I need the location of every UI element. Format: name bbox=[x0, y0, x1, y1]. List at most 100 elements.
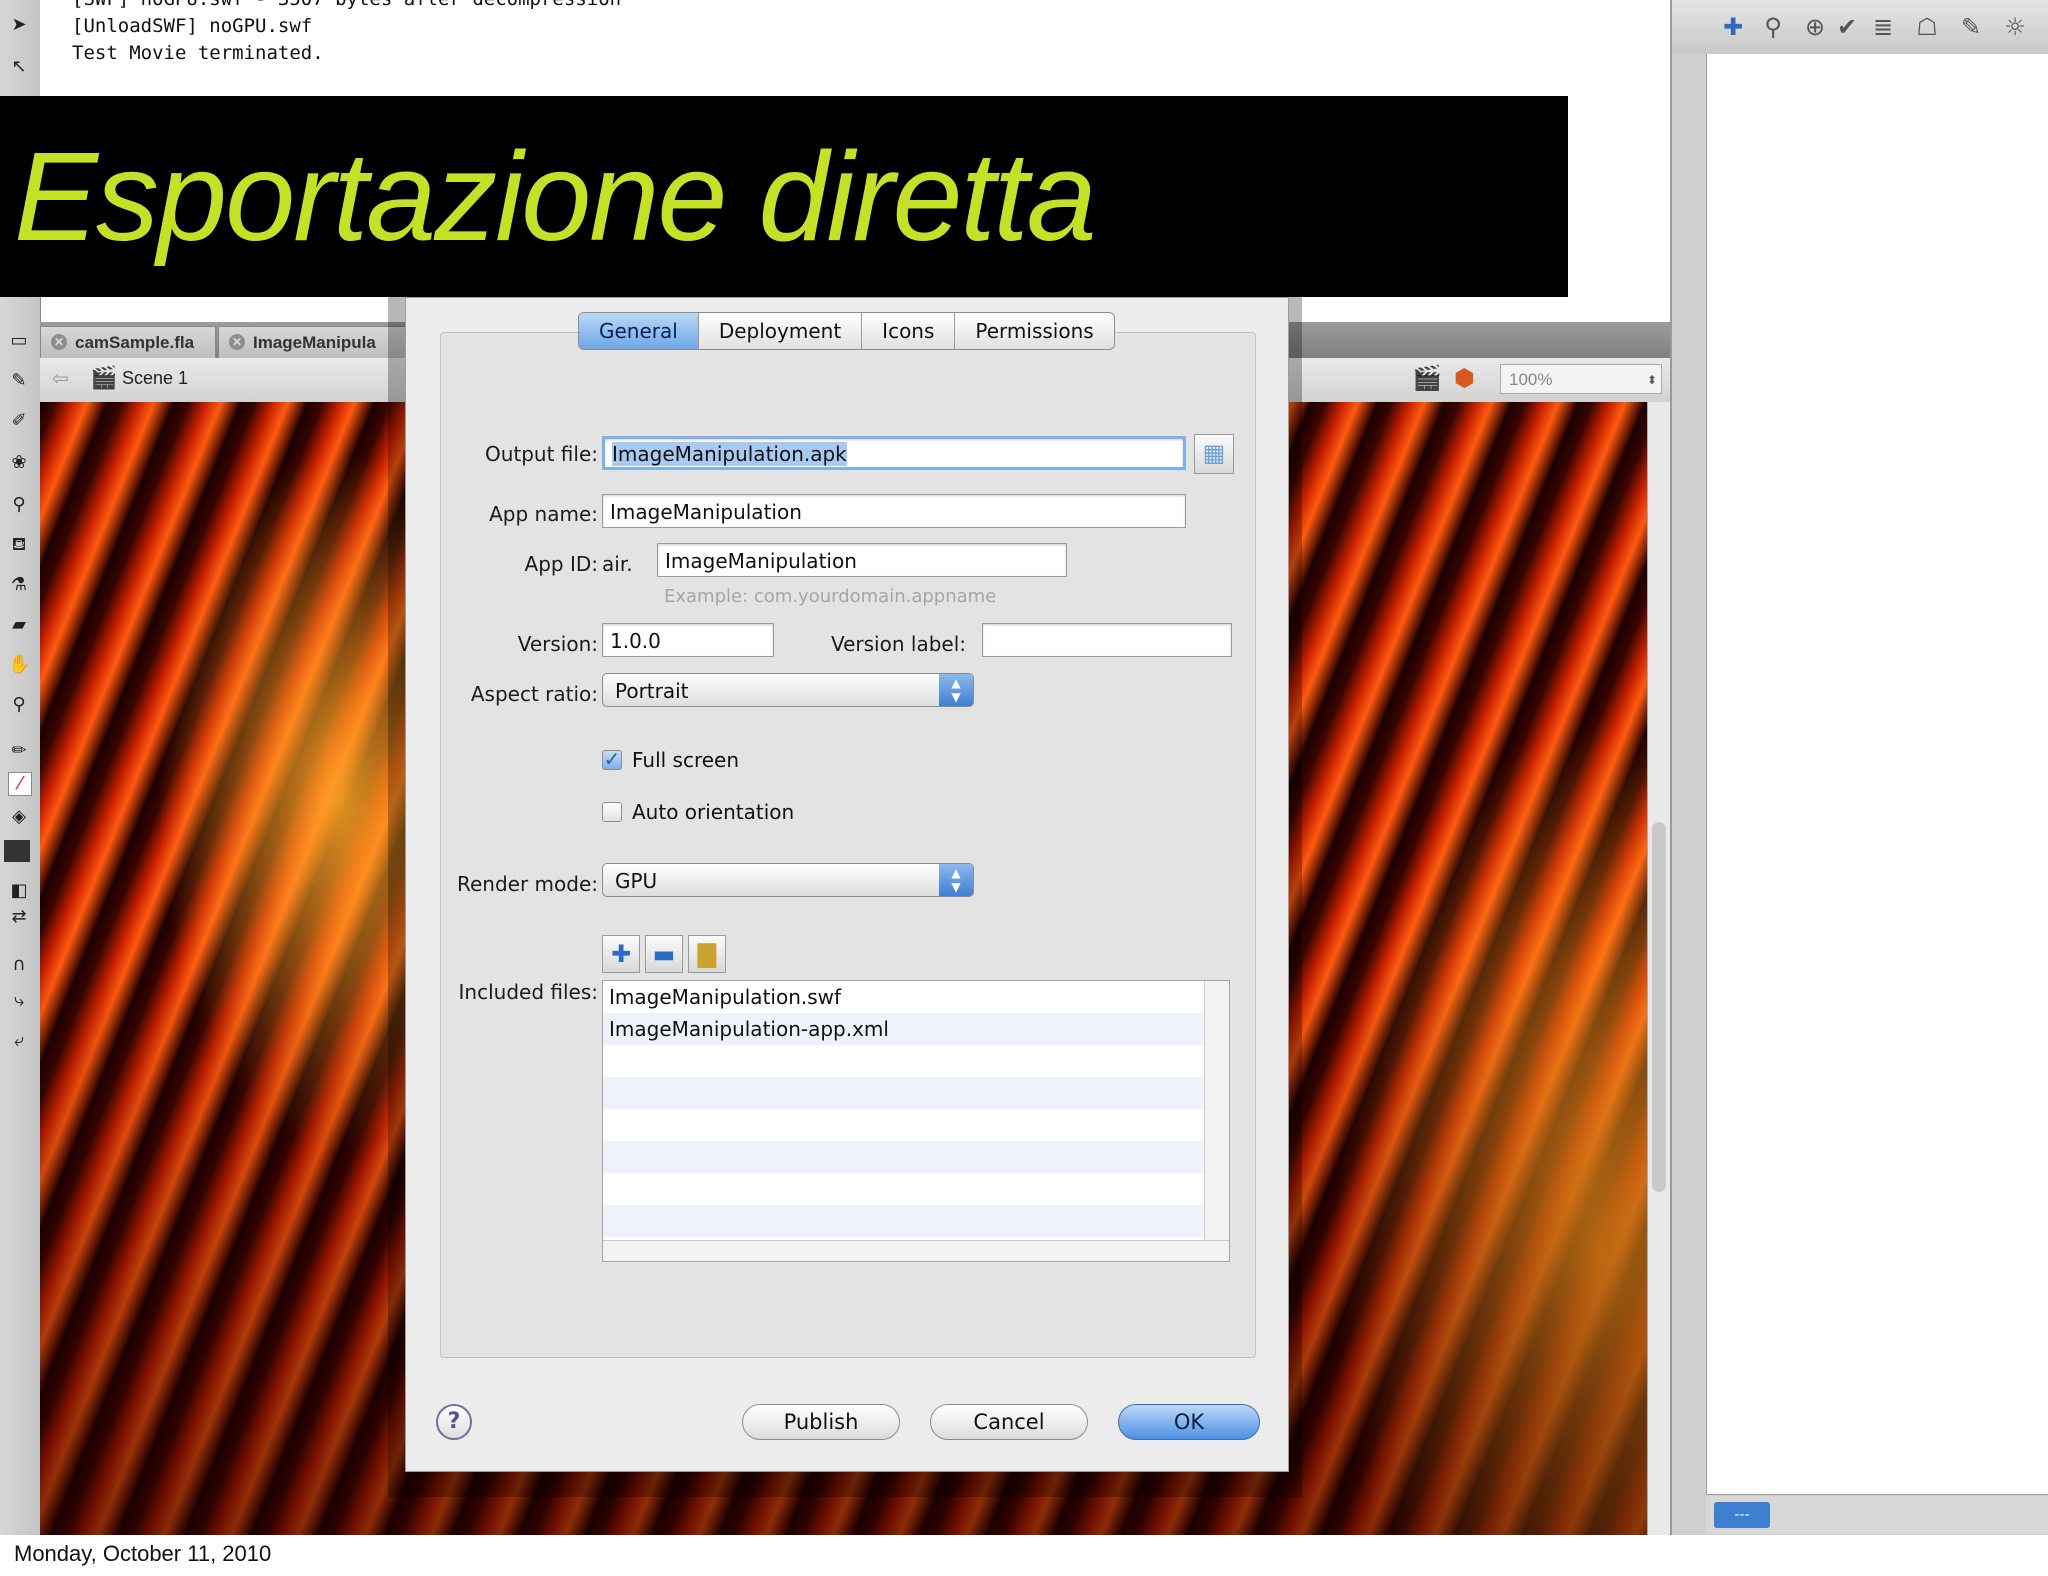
stroke-color-icon[interactable]: ✏ bbox=[8, 740, 30, 762]
remove-file-button[interactable]: ▬ bbox=[645, 935, 683, 973]
cancel-button[interactable]: Cancel bbox=[930, 1404, 1088, 1440]
full-screen-label: Full screen bbox=[632, 748, 740, 772]
empty-row bbox=[603, 1109, 1229, 1141]
title-banner: Esportazione diretta bbox=[0, 96, 1568, 297]
output-file-value: ImageManipulation.apk bbox=[612, 442, 847, 466]
add-icon[interactable]: ✚ bbox=[1718, 12, 1748, 42]
check-icon[interactable]: ✔ bbox=[1832, 12, 1862, 42]
edit-symbols-icon[interactable]: ⬢ bbox=[1454, 364, 1475, 392]
list-item[interactable]: ImageManipulation-app.xml bbox=[603, 1013, 1229, 1045]
close-icon[interactable]: ✕ bbox=[51, 334, 67, 350]
plus-icon: ✚ bbox=[610, 940, 632, 968]
render-mode-value: GPU bbox=[615, 869, 658, 893]
output-file-field[interactable]: ImageManipulation.apk bbox=[602, 436, 1186, 470]
back-arrow-icon[interactable]: ⇦ bbox=[52, 366, 69, 390]
no-color-icon[interactable]: ⁄ bbox=[8, 772, 32, 796]
tab-general[interactable]: General bbox=[579, 313, 699, 349]
black-white-icon[interactable]: ◧ bbox=[8, 880, 30, 902]
output-line: [UnloadSWF] noGPU.swf bbox=[72, 15, 313, 37]
paint-bucket-icon[interactable]: ⛾ bbox=[8, 534, 30, 556]
add-file-button[interactable]: ✚ bbox=[602, 935, 640, 973]
browse-folder-button[interactable]: ▦ bbox=[1194, 434, 1234, 474]
chevron-updown-icon: ▲ ▼ bbox=[939, 674, 973, 706]
document-tab-camsample[interactable]: ✕ camSample.fla bbox=[40, 326, 216, 358]
settings-tabs: General Deployment Icons Permissions bbox=[578, 312, 1115, 350]
app-name-label: App name: bbox=[489, 502, 598, 526]
pencil-tool-icon[interactable]: ✎ bbox=[8, 370, 30, 392]
hand-tool-icon[interactable]: ✋ bbox=[8, 654, 30, 676]
list-icon[interactable]: ≣ bbox=[1868, 12, 1898, 42]
output-panel: [SWF] noGPU.swf - 3507 bytes after decom… bbox=[40, 0, 1640, 96]
render-mode-select[interactable]: GPU ▲ ▼ bbox=[602, 863, 974, 897]
tab-permissions[interactable]: Permissions bbox=[955, 313, 1113, 349]
smooth-icon[interactable]: ⤷ bbox=[8, 990, 30, 1012]
fill-swatch[interactable] bbox=[4, 840, 30, 862]
deco-tool-icon[interactable]: ❀ bbox=[8, 452, 30, 474]
minus-icon: ▬ bbox=[652, 940, 676, 968]
comment-icon[interactable]: ☖ bbox=[1912, 12, 1942, 42]
find-icon[interactable]: ⚲ bbox=[1758, 12, 1788, 42]
app-id-prefix: air. bbox=[602, 552, 633, 576]
folder-icon: ▦ bbox=[1202, 439, 1226, 467]
version-label-label: Version label: bbox=[830, 632, 966, 656]
bone-tool-icon[interactable]: ⚲ bbox=[8, 494, 30, 516]
add-folder-button[interactable]: ▇ bbox=[688, 935, 726, 973]
list-item[interactable]: ImageManipulation.swf bbox=[603, 981, 1229, 1013]
tab-deployment[interactable]: Deployment bbox=[699, 313, 863, 349]
fill-color-icon[interactable]: ◈ bbox=[8, 806, 30, 828]
auto-orientation-checkbox[interactable] bbox=[602, 802, 622, 822]
scene-label: Scene 1 bbox=[122, 368, 189, 388]
ok-button[interactable]: OK bbox=[1118, 1404, 1260, 1440]
document-tab-label: camSample.fla bbox=[75, 333, 195, 352]
render-mode-label: Render mode: bbox=[456, 872, 598, 896]
eyedropper-icon[interactable]: ⚗ bbox=[8, 574, 30, 596]
app-id-label: App ID: bbox=[524, 552, 598, 576]
edit-scene-icon[interactable]: 🎬 bbox=[1412, 364, 1442, 392]
empty-row bbox=[603, 1205, 1229, 1237]
stage-scrollbar[interactable] bbox=[1647, 402, 1671, 1535]
full-screen-checkbox[interactable]: ✓ bbox=[602, 749, 622, 770]
empty-row bbox=[603, 1077, 1229, 1109]
brush-tool-icon[interactable]: ✐ bbox=[8, 410, 30, 432]
help-button[interactable]: ? bbox=[436, 1404, 472, 1440]
frame-tab[interactable]: --- bbox=[1714, 1502, 1770, 1528]
slide-title: Esportazione diretta bbox=[14, 126, 1097, 267]
aspect-ratio-select[interactable]: Portrait ▲ ▼ bbox=[602, 673, 974, 707]
snap-magnet-icon[interactable]: ∩ bbox=[8, 954, 30, 976]
zoom-input[interactable]: 100% ⬍ bbox=[1500, 364, 1662, 394]
included-files-list[interactable]: ImageManipulation.swf ImageManipulation-… bbox=[602, 980, 1230, 1262]
actions-editor[interactable] bbox=[1706, 54, 2048, 1495]
zoom-stepper-icon[interactable]: ⬍ bbox=[1647, 365, 1657, 395]
panel-bottom-bar: --- bbox=[1706, 1496, 2048, 1534]
auto-orientation-label: Auto orientation bbox=[632, 800, 795, 824]
close-icon[interactable]: ✕ bbox=[229, 334, 245, 350]
straighten-icon[interactable]: ⤶ bbox=[8, 1030, 30, 1052]
scroll-thumb[interactable] bbox=[1652, 822, 1666, 1192]
output-line: [SWF] noGPU.swf - 3507 bytes after decom… bbox=[72, 0, 621, 10]
script-assist-icon[interactable]: ✎ bbox=[1956, 12, 1986, 42]
rectangle-tool-icon[interactable]: ▭ bbox=[8, 330, 30, 352]
subselection-tool-icon[interactable]: ↖ bbox=[8, 56, 30, 78]
list-horizontal-scrollbar[interactable] bbox=[603, 1240, 1229, 1261]
debug-icon[interactable]: ☼ bbox=[2000, 12, 2030, 42]
output-line: Test Movie terminated. bbox=[72, 42, 324, 64]
selection-tool-icon[interactable]: ➤ bbox=[8, 14, 30, 36]
swap-colors-icon[interactable]: ⇄ bbox=[8, 906, 30, 928]
app-id-hint: Example: com.yourdomain.appname bbox=[664, 586, 997, 607]
slide-footer: Monday, October 11, 2010 bbox=[0, 1535, 2048, 1576]
eraser-icon[interactable]: ▰ bbox=[8, 614, 30, 636]
app-id-field[interactable]: ImageManipulation bbox=[657, 543, 1067, 577]
panel-toolbar: ✚ ⚲ ⊕ ✔ ≣ ☖ ✎ ☼ bbox=[1672, 0, 2048, 54]
output-file-label: Output file: bbox=[484, 442, 598, 466]
version-field[interactable]: 1.0.0 bbox=[602, 623, 774, 657]
zoom-tool-icon[interactable]: ⚲ bbox=[8, 694, 30, 716]
target-icon[interactable]: ⊕ bbox=[1800, 12, 1830, 42]
version-label: Version: bbox=[517, 632, 598, 656]
version-label-field[interactable] bbox=[982, 623, 1232, 657]
scene-clapper-icon: 🎬 bbox=[90, 366, 118, 391]
list-vertical-scrollbar[interactable] bbox=[1204, 981, 1229, 1243]
folder-icon: ▇ bbox=[697, 940, 717, 968]
publish-button[interactable]: Publish bbox=[742, 1404, 900, 1440]
tab-icons[interactable]: Icons bbox=[862, 313, 956, 349]
app-name-field[interactable]: ImageManipulation bbox=[602, 494, 1186, 528]
